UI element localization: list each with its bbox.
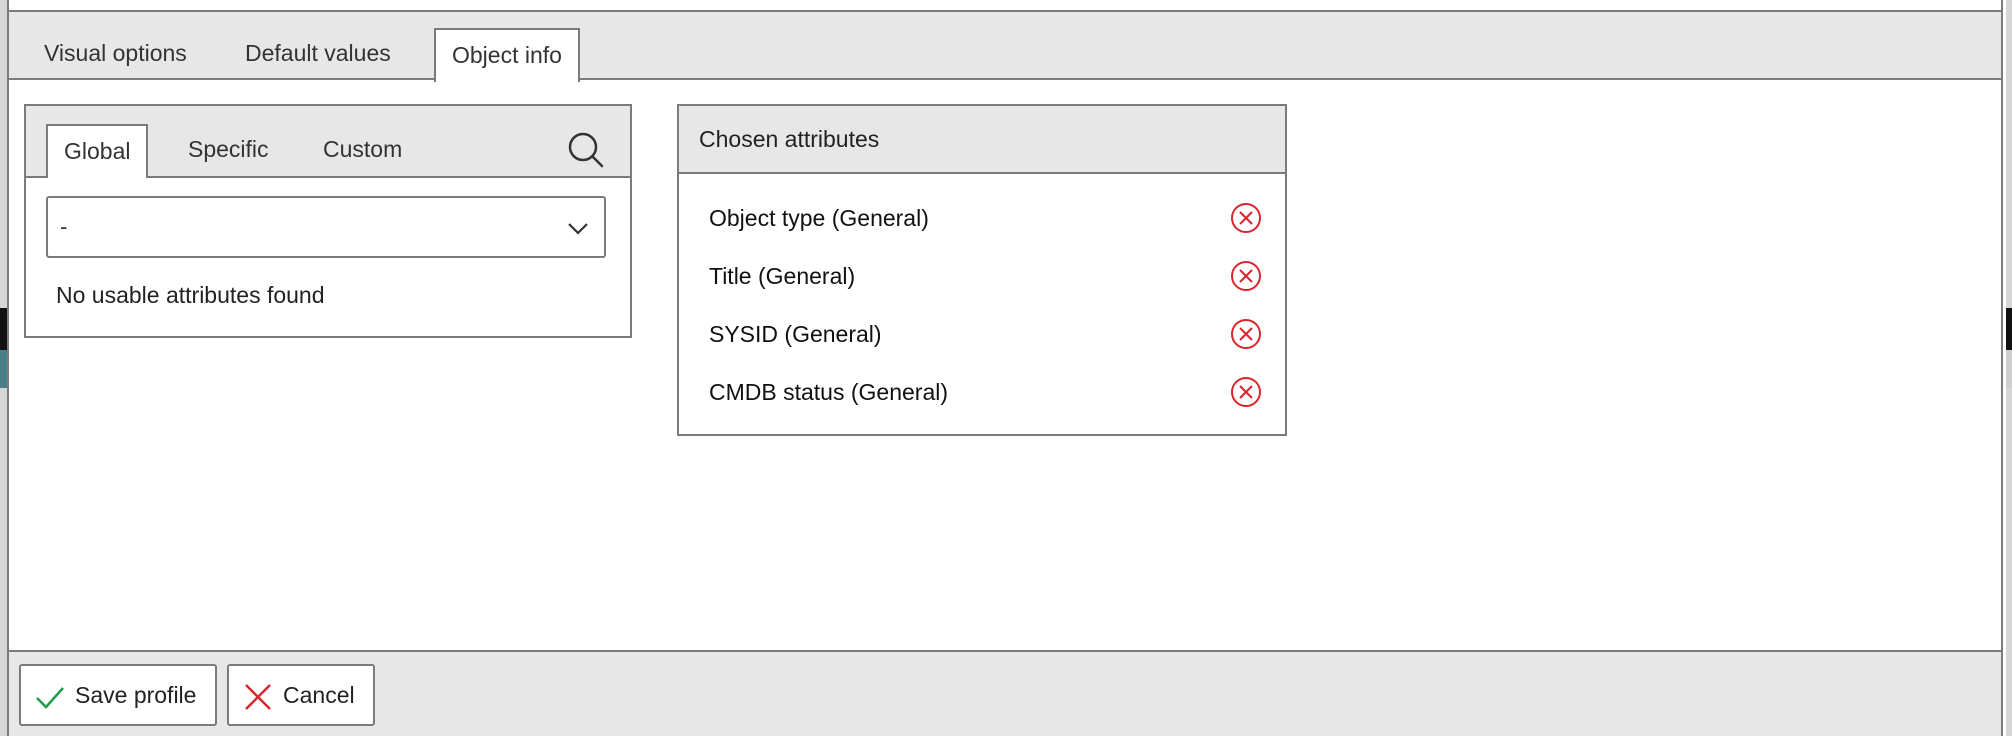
attribute-category-select[interactable]: - [46, 196, 606, 258]
tab-object-info[interactable]: Object info [434, 28, 580, 82]
checkmark-icon [35, 682, 65, 712]
search-icon[interactable] [566, 130, 606, 170]
chosen-attribute-label: Title (General) [709, 263, 856, 289]
main-tab-bar: Visual options Default values Object inf… [9, 12, 2001, 82]
chosen-attributes-title: Chosen attributes [699, 126, 880, 152]
chevron-down-icon [566, 216, 590, 240]
screen: Visual options Default values Object inf… [0, 0, 2012, 736]
close-icon [243, 682, 273, 712]
chosen-attributes-header: Chosen attributes [679, 106, 1285, 174]
chosen-attribute-label: Object type (General) [709, 205, 929, 231]
chosen-attribute-label: CMDB status (General) [709, 379, 949, 405]
dialog-top-strip [9, 0, 2001, 12]
tab-global[interactable]: Global [46, 124, 149, 178]
chosen-attribute-item: Object type (General) [709, 198, 1263, 238]
tab-default-values[interactable]: Default values [245, 28, 391, 78]
cancel-label: Cancel [283, 682, 355, 708]
cancel-button[interactable]: Cancel [227, 664, 375, 726]
empty-message: No usable attributes found [56, 282, 325, 308]
chosen-attribute-item: SYSID (General) [709, 314, 1263, 354]
remove-circle-icon[interactable] [1229, 259, 1263, 293]
tab-visual-options[interactable]: Visual options [44, 28, 187, 78]
save-profile-label: Save profile [75, 682, 197, 708]
chosen-attribute-label: SYSID (General) [709, 321, 882, 347]
chosen-attribute-item: Title (General) [709, 256, 1263, 296]
remove-circle-icon[interactable] [1229, 317, 1263, 351]
save-profile-button[interactable]: Save profile [19, 664, 217, 726]
tab-specific[interactable]: Specific [188, 124, 269, 174]
select-value: - [60, 214, 68, 239]
attribute-tab-bar: Global Specific Custom [26, 106, 630, 178]
attribute-selector-panel: Global Specific Custom - No usable attri… [24, 104, 632, 338]
remove-circle-icon[interactable] [1229, 201, 1263, 235]
dialog-footer: Save profile Cancel [9, 650, 2001, 736]
remove-circle-icon[interactable] [1229, 375, 1263, 409]
tab-custom[interactable]: Custom [323, 124, 402, 174]
background-page-right [2006, 0, 2012, 736]
chosen-attributes-panel: Chosen attributes Object type (General) … [677, 104, 1287, 436]
profile-dialog: Visual options Default values Object inf… [7, 0, 2003, 736]
chosen-attribute-item: CMDB status (General) [709, 372, 1263, 412]
